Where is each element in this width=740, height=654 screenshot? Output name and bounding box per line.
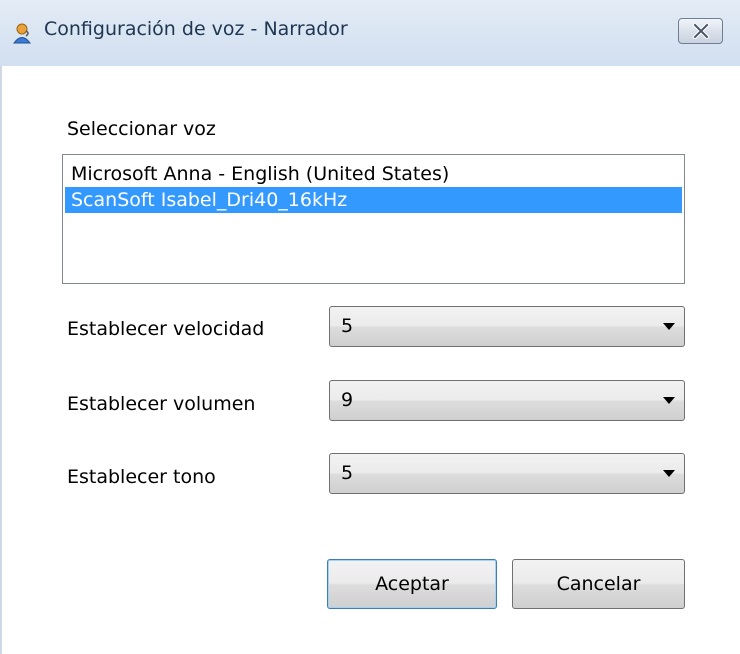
speed-label: Establecer velocidad [67, 318, 265, 340]
chevron-down-icon [663, 470, 675, 477]
ok-button[interactable]: Aceptar [327, 559, 497, 609]
volume-label: Establecer volumen [67, 393, 256, 415]
voice-option[interactable]: Microsoft Anna - English (United States) [65, 161, 682, 187]
close-button[interactable] [678, 18, 723, 44]
pitch-label: Establecer tono [67, 466, 216, 488]
voice-label: Seleccionar voz [67, 118, 216, 140]
pitch-value: 5 [341, 462, 354, 484]
pitch-dropdown[interactable]: 5 [329, 453, 685, 494]
voice-listbox[interactable]: Microsoft Anna - English (United States)… [62, 154, 685, 284]
voice-option-selected[interactable]: ScanSoft Isabel_Dri40_16kHz [65, 187, 682, 213]
speed-dropdown[interactable]: 5 [329, 306, 685, 347]
window-frame [0, 66, 2, 654]
chevron-down-icon [663, 397, 675, 404]
volume-value: 9 [341, 389, 354, 411]
narrator-icon [11, 22, 33, 44]
cancel-button[interactable]: Cancelar [512, 559, 685, 609]
chevron-down-icon [663, 323, 675, 330]
speed-value: 5 [341, 315, 354, 337]
window-title: Configuración de voz - Narrador [44, 18, 348, 40]
volume-dropdown[interactable]: 9 [329, 380, 685, 421]
title-bar: Configuración de voz - Narrador [0, 0, 740, 66]
close-icon [692, 23, 710, 39]
